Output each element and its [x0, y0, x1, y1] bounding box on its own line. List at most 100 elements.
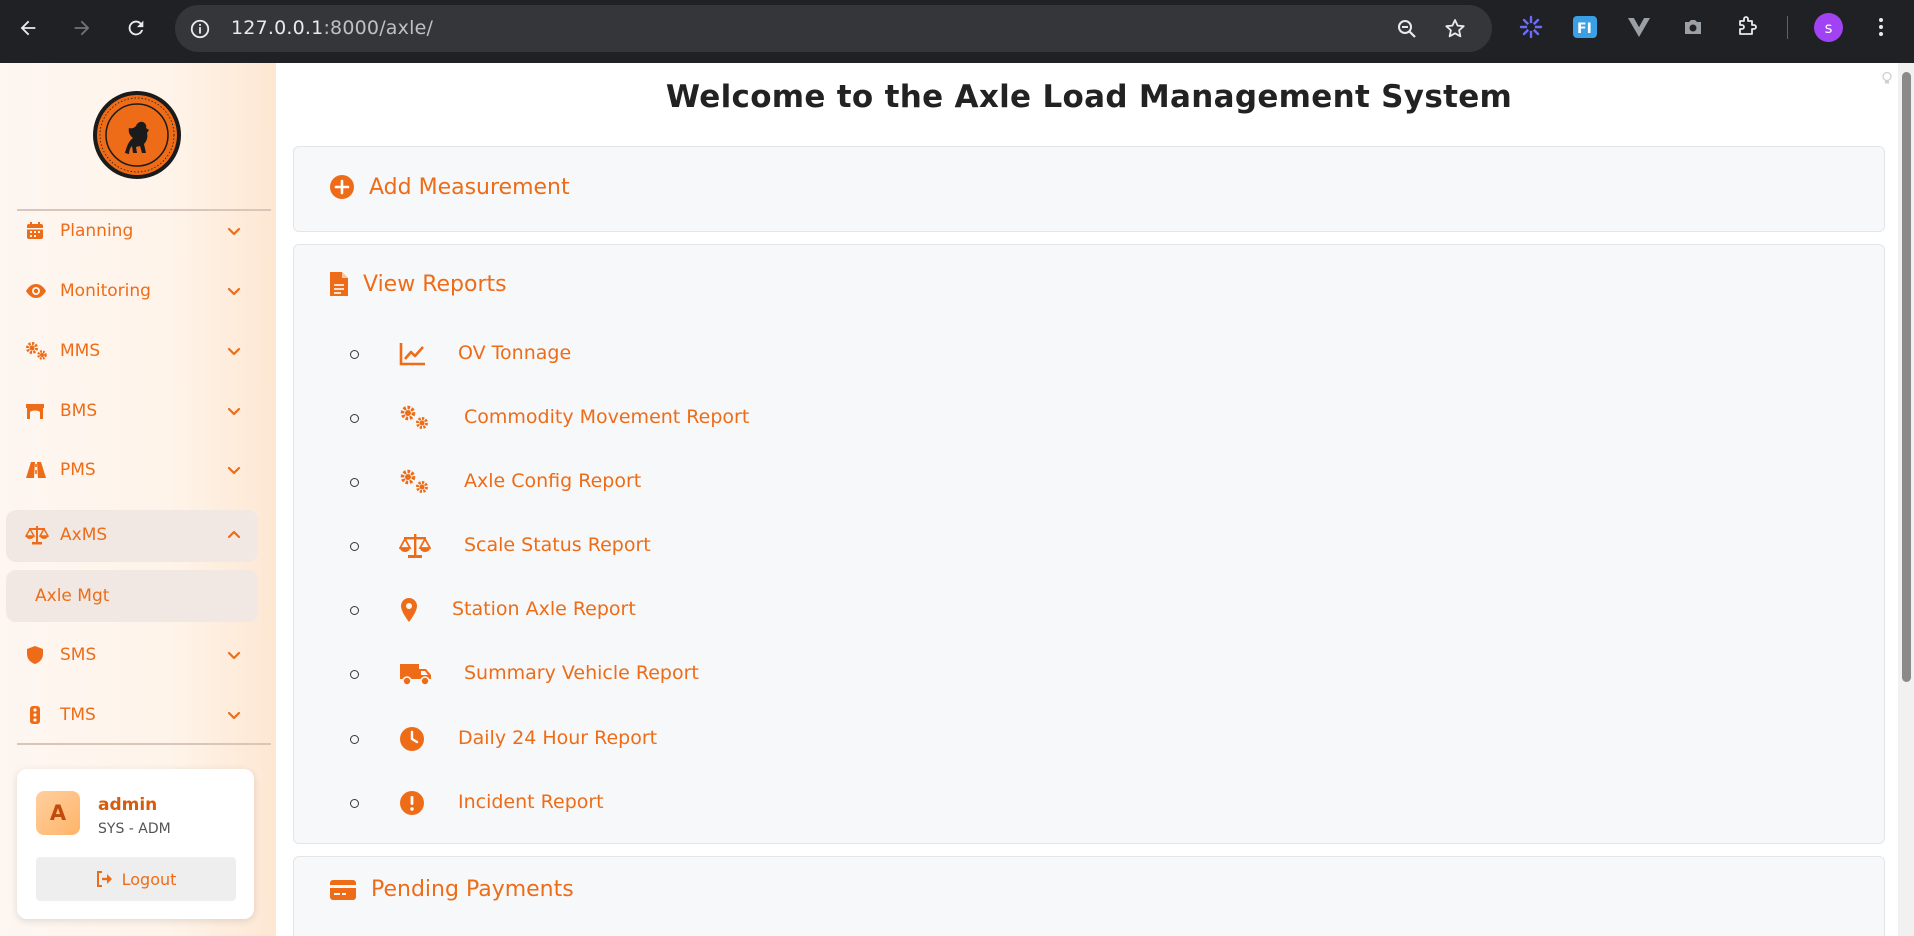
chevron-up-icon: [226, 527, 242, 543]
back-icon[interactable]: [12, 12, 44, 44]
report-item-summary-vehicle[interactable]: Summary Vehicle Report: [294, 654, 1884, 694]
forward-icon[interactable]: [66, 12, 98, 44]
traffic-light-icon: [25, 705, 47, 727]
report-label: Axle Config Report: [464, 470, 642, 492]
sidebar-item-label: AxMS: [60, 525, 108, 545]
add-measurement-card: Add Measurement: [293, 146, 1885, 232]
report-label: Summary Vehicle Report: [464, 662, 699, 684]
reload-icon[interactable]: [120, 12, 152, 44]
list-bullet: [350, 542, 359, 551]
site-info-icon[interactable]: [189, 18, 211, 40]
profile-avatar[interactable]: s: [1814, 13, 1843, 42]
credit-card-icon: [330, 879, 356, 900]
sidebar-divider-bottom: [17, 743, 271, 745]
report-item-ov-tonnage[interactable]: OV Tonnage: [294, 334, 1884, 374]
road-icon: [25, 460, 47, 482]
sidebar: Planning Monitoring MMS BMS PMS AxMS Axl…: [0, 63, 276, 936]
sidebar-item-pms[interactable]: PMS: [6, 445, 258, 497]
file-alt-icon: [330, 272, 348, 296]
list-bullet: [350, 478, 359, 487]
sign-out-icon: [96, 871, 112, 887]
chevron-down-icon: [226, 343, 242, 359]
report-label: Station Axle Report: [452, 598, 636, 620]
url-path: :8000/axle/: [323, 17, 434, 39]
page-scrollbar-thumb[interactable]: [1902, 72, 1911, 682]
main-content: Welcome to the Axle Load Management Syst…: [276, 63, 1898, 936]
url-host: 127.0.0.1: [231, 17, 324, 39]
zoom-icon[interactable]: [1395, 17, 1419, 41]
page-title: Welcome to the Axle Load Management Syst…: [665, 79, 1513, 115]
truck-icon: [399, 661, 431, 687]
exclamation-circle-icon: [399, 790, 429, 816]
report-item-station-axle[interactable]: Station Axle Report: [294, 590, 1884, 630]
sidebar-item-label: SMS: [60, 645, 97, 665]
report-item-commodity-movement[interactable]: Commodity Movement Report: [294, 398, 1884, 438]
extension-fi-icon[interactable]: FI: [1570, 12, 1600, 42]
list-bullet: [350, 414, 359, 423]
pending-payments-link[interactable]: Pending Payments: [329, 877, 574, 902]
logout-button[interactable]: Logout: [36, 857, 236, 901]
list-bullet: [350, 606, 359, 615]
eye-icon: [25, 281, 47, 303]
bridge-icon: [25, 401, 47, 423]
sidebar-item-mms[interactable]: MMS: [6, 326, 258, 378]
address-bar[interactable]: 127.0.0.1:8000/axle/: [175, 5, 1492, 52]
chevron-down-icon: [226, 707, 242, 723]
cogs-icon: [399, 469, 429, 495]
view-reports-card: View Reports OV Tonnage Commodity Moveme…: [293, 244, 1885, 844]
chevron-down-icon: [226, 462, 242, 478]
report-label: Incident Report: [458, 791, 604, 813]
sidebar-item-tms[interactable]: TMS: [6, 690, 258, 742]
calendar-icon: [25, 221, 47, 243]
sidebar-item-label: Monitoring: [60, 281, 151, 301]
scale-icon: [24, 525, 50, 547]
list-bullet: [350, 735, 359, 744]
shield-icon: [25, 645, 47, 667]
cogs-icon: [399, 405, 429, 431]
list-bullet: [350, 799, 359, 808]
sidebar-item-sms[interactable]: SMS: [6, 630, 258, 682]
camera-icon[interactable]: [1678, 12, 1708, 42]
sidebar-item-label: PMS: [60, 460, 96, 480]
sidebar-item-label: Planning: [60, 221, 134, 241]
report-label: OV Tonnage: [458, 342, 572, 364]
url-text[interactable]: 127.0.0.1:8000/axle/: [231, 17, 433, 39]
add-measurement-link[interactable]: Add Measurement: [329, 174, 570, 200]
chevron-down-icon: [226, 283, 242, 299]
user-avatar: A: [36, 791, 80, 835]
report-item-daily-24-hour[interactable]: Daily 24 Hour Report: [294, 719, 1884, 759]
sidebar-item-bms[interactable]: BMS: [6, 386, 258, 438]
puzzle-extensions-icon[interactable]: [1732, 12, 1762, 42]
sidebar-item-monitoring[interactable]: Monitoring: [6, 266, 258, 318]
plus-circle-icon: [330, 175, 354, 199]
list-bullet: [350, 350, 359, 359]
cogs-icon: [25, 341, 47, 363]
scale-icon: [398, 533, 432, 559]
report-item-incident[interactable]: Incident Report: [294, 783, 1884, 823]
logout-label: Logout: [121, 869, 177, 889]
report-item-scale-status[interactable]: Scale Status Report: [294, 526, 1884, 566]
view-reports-header[interactable]: View Reports: [329, 271, 507, 297]
browser-menu-icon[interactable]: [1866, 12, 1896, 42]
svg-text:FI: FI: [1577, 21, 1592, 37]
chevron-down-icon: [226, 223, 242, 239]
sidebar-item-planning[interactable]: Planning: [6, 206, 258, 258]
sidebar-item-label: TMS: [60, 705, 96, 725]
lightbulb-icon[interactable]: [1880, 70, 1894, 84]
map-marker-icon: [399, 597, 429, 623]
extension-vue-icon[interactable]: [1624, 12, 1654, 42]
chevron-down-icon: [226, 647, 242, 663]
sidebar-item-label: MMS: [60, 341, 101, 361]
chart-line-icon: [399, 341, 429, 367]
sidebar-subitem-axle-mgt[interactable]: Axle Mgt: [6, 570, 258, 622]
era-logo[interactable]: [93, 91, 181, 179]
clock-icon: [399, 726, 429, 752]
report-item-axle-config[interactable]: Axle Config Report: [294, 462, 1884, 502]
chevron-down-icon: [226, 403, 242, 419]
report-label: Scale Status Report: [464, 534, 651, 556]
extension-spark-icon[interactable]: [1516, 12, 1546, 42]
bookmark-star-icon[interactable]: [1443, 17, 1467, 41]
report-label: Daily 24 Hour Report: [458, 727, 658, 749]
sidebar-item-axms[interactable]: AxMS: [6, 510, 258, 562]
user-name: admin: [98, 795, 158, 815]
